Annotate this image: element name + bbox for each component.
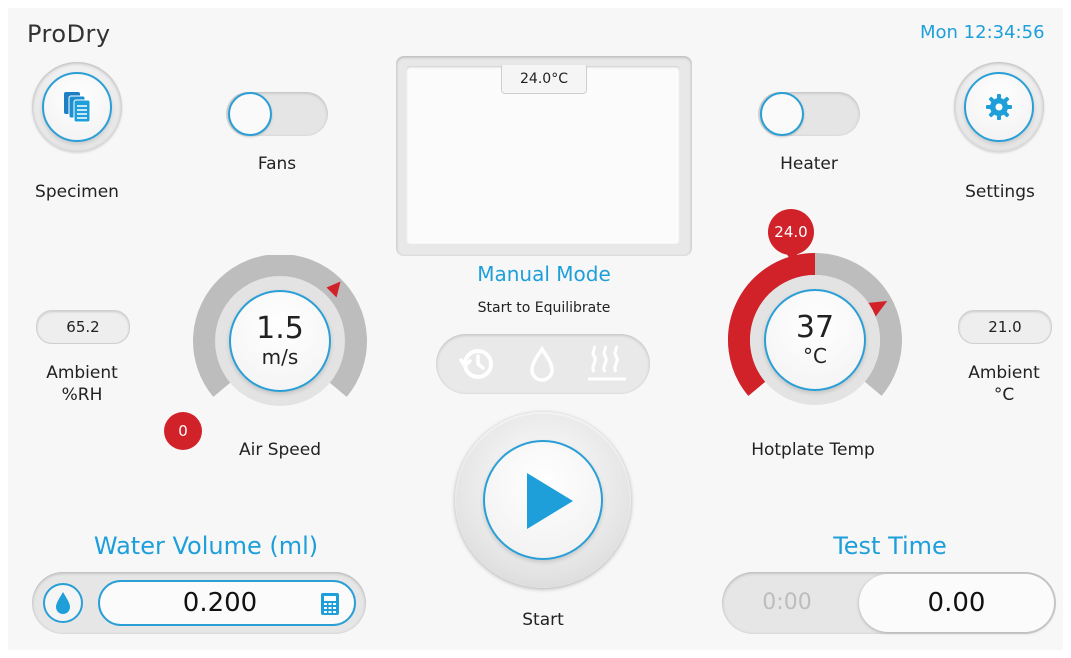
water-drop-icon: [56, 592, 70, 614]
settings-button[interactable]: [954, 62, 1044, 152]
water-volume-control: 0.200: [32, 572, 366, 634]
settings-label: Settings: [965, 182, 1035, 202]
fans-toggle[interactable]: [226, 92, 328, 136]
water-volume-input[interactable]: 0.200: [98, 580, 356, 626]
mode-title: Manual Mode: [477, 262, 611, 286]
specimen-button[interactable]: [32, 62, 122, 152]
documents-icon: [64, 92, 91, 123]
water-drop-button[interactable]: [43, 583, 83, 623]
ambient-rh-value: 65.2: [36, 310, 130, 344]
hotplate-gauge[interactable]: 37 °C: [750, 275, 880, 405]
specimen-button-face[interactable]: [42, 72, 112, 142]
calculator-icon[interactable]: [320, 592, 340, 616]
air-speed-value: 1.5: [256, 311, 304, 346]
chamber-display: 24.0°C: [396, 56, 692, 256]
heater-toggle-knob[interactable]: [760, 92, 804, 136]
air-speed-gauge[interactable]: 1.5 m/s: [215, 276, 345, 406]
water-volume-title: Water Volume (ml): [93, 532, 319, 560]
test-time-value[interactable]: 0.00: [859, 574, 1054, 632]
hotplate-value: 37: [795, 310, 835, 345]
air-speed-label: Air Speed: [238, 440, 322, 460]
fans-label: Fans: [257, 154, 297, 174]
hotplate-marker-pointer: [784, 250, 800, 262]
chamber-display-screen: 24.0°C: [406, 65, 680, 244]
test-time-elapsed: 0:00: [762, 590, 812, 615]
play-icon: [527, 473, 573, 529]
mode-subtitle: Start to Equilibrate: [477, 300, 611, 316]
ambient-rh-label-line1: Ambient: [46, 363, 118, 383]
air-speed-gauge-face[interactable]: 1.5 m/s: [229, 290, 331, 392]
start-button[interactable]: [455, 412, 631, 588]
specimen-label: Specimen: [35, 182, 119, 202]
ambient-rh-label: Ambient %RH: [20, 362, 144, 406]
hotplate-label: Hotplate Temp: [751, 440, 875, 460]
gear-icon: [986, 94, 1012, 120]
air-speed-marker-bubble: 0: [164, 412, 202, 450]
fans-toggle-knob[interactable]: [228, 92, 272, 136]
ambient-temp-label: Ambient °C: [942, 362, 1066, 406]
status-icons-bar: [436, 334, 650, 394]
app-title: ProDry: [27, 20, 111, 48]
test-time-title: Test Time: [833, 532, 947, 560]
ambient-temp-label-line2: °C: [993, 385, 1015, 405]
heater-toggle[interactable]: [758, 92, 860, 136]
ambient-temp-label-line1: Ambient: [968, 363, 1040, 383]
start-button-face[interactable]: [483, 440, 603, 560]
heater-label: Heater: [780, 154, 838, 174]
hotplate-gauge-face[interactable]: 37 °C: [764, 289, 866, 391]
air-speed-unit: m/s: [261, 345, 299, 369]
test-time-control: 0:00 0.00: [722, 572, 1056, 634]
hotplate-marker-bubble: 24.0: [768, 209, 814, 255]
history-icon: [459, 349, 493, 379]
water-volume-value: 0.200: [182, 588, 258, 618]
water-drop-icon: [530, 346, 554, 382]
hotplate-unit: °C: [803, 344, 827, 368]
chamber-temperature: 24.0°C: [501, 65, 587, 94]
ambient-rh-label-line2: %RH: [61, 385, 103, 405]
heat-icon: [588, 345, 626, 381]
start-label: Start: [522, 610, 564, 630]
ambient-temp-value: 21.0: [958, 310, 1052, 344]
settings-button-face[interactable]: [964, 72, 1034, 142]
clock: Mon 12:34:56: [920, 22, 1045, 43]
